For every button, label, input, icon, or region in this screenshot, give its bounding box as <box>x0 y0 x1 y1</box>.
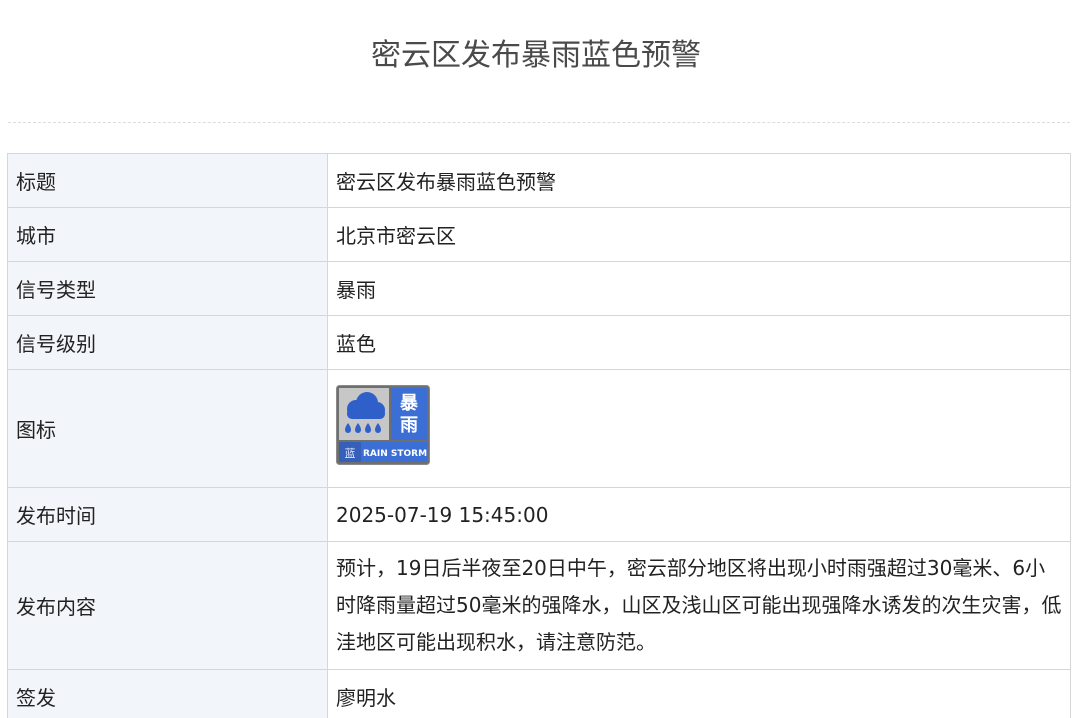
table-row: 标题 密云区发布暴雨蓝色预警 <box>7 153 1071 208</box>
row-label-title: 标题 <box>7 153 328 208</box>
row-value-content: 预计，19日后半夜至20日中午，密云部分地区将出现小时雨强超过30毫米、6小时降… <box>327 541 1071 670</box>
row-label-signal-type: 信号类型 <box>7 261 328 316</box>
row-label-signal-level: 信号级别 <box>7 315 328 370</box>
table-row: 发布时间 2025-07-19 15:45:00 <box>7 487 1071 542</box>
row-label-issuer: 签发 <box>7 669 328 718</box>
table-row: 图标 暴 雨 蓝 RAIN STORM <box>7 369 1071 488</box>
row-value-signal-level: 蓝色 <box>327 315 1071 370</box>
page: 密云区发布暴雨蓝色预警 标题 密云区发布暴雨蓝色预警 城市 北京市密云区 信号类… <box>0 0 1072 718</box>
row-label-content: 发布内容 <box>7 541 328 670</box>
row-label-icon: 图标 <box>7 369 328 488</box>
icon-text-top: 暴 <box>400 393 419 414</box>
page-title: 密云区发布暴雨蓝色预警 <box>371 38 701 73</box>
row-label-publish-time: 发布时间 <box>7 487 328 542</box>
warning-info-table: 标题 密云区发布暴雨蓝色预警 城市 北京市密云区 信号类型 暴雨 信号级别 蓝色… <box>7 153 1071 718</box>
row-value-publish-time: 2025-07-19 15:45:00 <box>327 487 1071 542</box>
icon-text-bottom: 雨 <box>400 415 418 436</box>
icon-level-text: 蓝 <box>345 447 356 460</box>
row-value-signal-type: 暴雨 <box>327 261 1071 316</box>
title-divider <box>8 122 1070 123</box>
table-row: 城市 北京市密云区 <box>7 207 1071 262</box>
table-row: 签发 廖明水 <box>7 669 1071 718</box>
table-row: 信号类型 暴雨 <box>7 261 1071 316</box>
row-value-city: 北京市密云区 <box>327 207 1071 262</box>
row-value-icon: 暴 雨 蓝 RAIN STORM <box>327 369 1071 488</box>
row-label-city: 城市 <box>7 207 328 262</box>
row-value-title: 密云区发布暴雨蓝色预警 <box>327 153 1071 208</box>
icon-caption-text: RAIN STORM <box>363 449 427 459</box>
rainstorm-blue-warning-icon: 暴 雨 蓝 RAIN STORM <box>336 384 430 470</box>
table-row: 发布内容 预计，19日后半夜至20日中午，密云部分地区将出现小时雨强超过30毫米… <box>7 541 1071 670</box>
table-row: 信号级别 蓝色 <box>7 315 1071 370</box>
row-value-issuer: 廖明水 <box>327 669 1071 718</box>
